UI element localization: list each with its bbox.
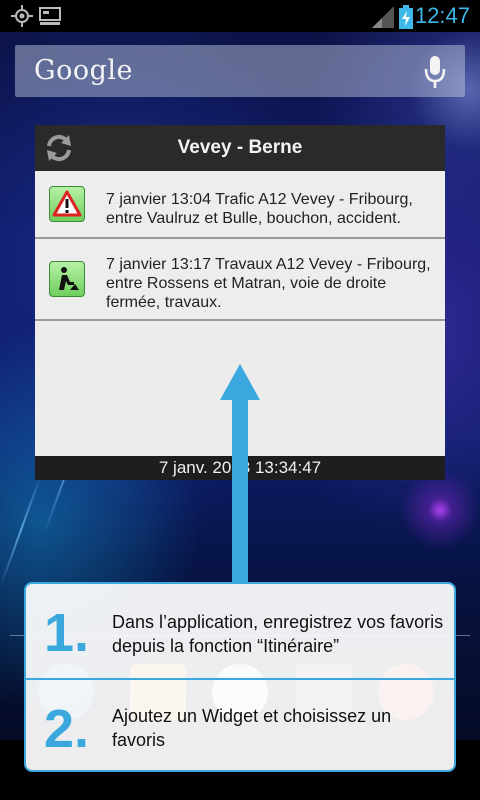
battery-icon — [398, 5, 414, 34]
status-time: 12:47 — [414, 3, 470, 28]
item-text: 7 janvier 13:04 Trafic A12 Vevey - Fribo… — [106, 191, 413, 227]
google-logo: Google — [34, 55, 133, 86]
step-number: 2. — [44, 699, 90, 759]
item-text: 7 janvier 13:17 Travaux A12 Vevey - Frib… — [106, 256, 431, 311]
gps-icon — [10, 4, 34, 33]
widget-title: Vevey - Berne — [177, 137, 303, 158]
status-bar: 12:47 — [0, 0, 480, 32]
warning-triangle-icon — [49, 186, 85, 222]
list-item[interactable]: 7 janvier 13:04 Trafic A12 Vevey - Fribo… — [35, 171, 445, 239]
list-item[interactable]: 7 janvier 13:17 Travaux A12 Vevey - Frib… — [35, 239, 445, 321]
arrow-shaft — [232, 398, 248, 584]
arrow-icon — [220, 364, 260, 400]
google-search-bar[interactable]: Google — [15, 45, 465, 97]
debug-icon — [38, 4, 62, 33]
signal-icon — [372, 6, 394, 33]
mic-icon[interactable] — [423, 55, 447, 89]
instruction-panel: 1. Dans l’application, enregistrez vos f… — [24, 582, 456, 772]
widget-header: Vevey - Berne — [35, 125, 445, 171]
step-text: Ajoutez un Widget et choisissez un favor… — [112, 706, 392, 750]
step-text: Dans l’application, enregistrez vos favo… — [112, 612, 444, 656]
roadworks-icon — [49, 261, 85, 297]
step-divider — [26, 678, 454, 680]
step-number: 1. — [44, 603, 90, 663]
